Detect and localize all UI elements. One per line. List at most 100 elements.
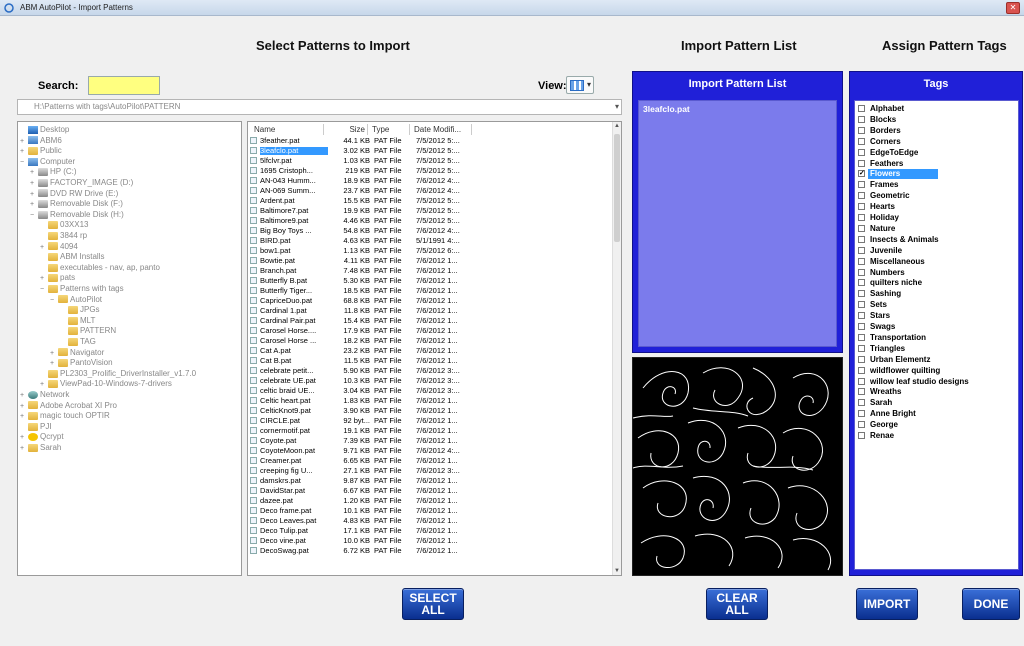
- tree-item[interactable]: +4094: [40, 242, 78, 252]
- file-row[interactable]: Cat A.pat 23.2 KB PAT File 7/6/2012 1...: [250, 347, 610, 355]
- file-row[interactable]: Cardinal Pair.pat 15.4 KB PAT File 7/6/2012…: [250, 317, 610, 325]
- done-button[interactable]: DONE: [962, 588, 1020, 620]
- tree-item[interactable]: Desktop: [20, 125, 69, 135]
- file-row[interactable]: 5lfclvr.pat 1.03 KB PAT File 7/5/2012 5:...: [250, 157, 610, 165]
- import-pattern-list[interactable]: 3leafclo.pat: [638, 100, 837, 347]
- tag-checkbox[interactable]: [858, 323, 865, 330]
- tag-checkbox[interactable]: [858, 181, 865, 189]
- expand-icon[interactable]: +: [30, 200, 38, 210]
- column-header-date-modified[interactable]: Date Modifi...: [412, 124, 472, 135]
- select-all-button[interactable]: SELECT ALL: [402, 588, 464, 620]
- tree-item[interactable]: − Computer: [20, 157, 75, 167]
- file-row[interactable]: Carosel Horse.... 17.9 KB PAT File 7/6/2012…: [250, 327, 610, 335]
- scrollbar-thumb[interactable]: [614, 134, 620, 242]
- file-row[interactable]: 1695 Cristoph... 219 KB PAT File 7/5/2012 5…: [250, 167, 610, 175]
- file-row[interactable]: Carosel Horse ... 18.2 KB PAT File 7/6/2012…: [250, 337, 610, 345]
- tree-item[interactable]: + ViewPad-10-Windows-7-drivers: [40, 379, 172, 389]
- file-row[interactable]: Ardent.pat 15.5 KB PAT File 7/5/2012 5:...: [250, 197, 610, 205]
- tree-item[interactable]: + pats: [40, 273, 75, 283]
- file-row[interactable]: CapriceDuo.pat 68.8 KB PAT File 7/6/2012 1.…: [250, 297, 610, 305]
- file-row[interactable]: Coyote.pat 7.39 KB PAT File 7/6/2012 1...: [250, 437, 610, 445]
- file-row[interactable]: dazee.pat 1.20 KB PAT File 7/6/2012 1...: [250, 497, 610, 505]
- tree-item[interactable]: + DVD RW Drive (E:): [30, 189, 118, 199]
- file-row[interactable]: Deco Tulip.pat 17.1 KB PAT File 7/6/2012 1.…: [250, 527, 610, 535]
- tree-item[interactable]: + Network: [20, 390, 69, 400]
- file-row[interactable]: creeping fig U... 27.1 KB PAT File 7/6/2012…: [250, 467, 610, 475]
- tag-checkbox[interactable]: [858, 366, 865, 374]
- file-row[interactable]: celebrate petit... 5.90 KB PAT File 7/6/201…: [250, 367, 610, 375]
- search-input[interactable]: [88, 76, 160, 95]
- tag-checkbox[interactable]: [858, 388, 865, 396]
- column-header-size[interactable]: Size: [326, 124, 368, 135]
- tag-checkbox[interactable]: [858, 377, 865, 385]
- tree-item[interactable]: + Navigator: [50, 348, 104, 358]
- tree-item[interactable]: + FACTORY_IMAGE (D:): [30, 178, 133, 188]
- column-header-type[interactable]: Type: [370, 124, 410, 135]
- tag-checkbox[interactable]: [858, 137, 865, 145]
- tag-checkbox[interactable]: [858, 421, 865, 429]
- column-header-name[interactable]: Name: [252, 124, 324, 135]
- tag-checkbox[interactable]: [858, 214, 865, 221]
- tag-checkbox[interactable]: [858, 105, 865, 112]
- tag-checkbox[interactable]: [858, 159, 865, 167]
- scroll-up-icon[interactable]: ▲: [614, 123, 620, 129]
- tree-item[interactable]: − AutoPilot: [50, 295, 102, 305]
- file-row[interactable]: 3feather.pat 44.1 KB PAT File 7/5/2012 5:..…: [250, 137, 610, 145]
- tag-checkbox[interactable]: [858, 268, 865, 276]
- expand-icon[interactable]: +: [20, 433, 28, 443]
- file-row[interactable]: 3leafclo.pat 3.02 KB PAT File 7/5/2012 5:..…: [250, 147, 610, 155]
- expand-icon[interactable]: +: [20, 444, 28, 454]
- expand-icon[interactable]: +: [40, 243, 48, 253]
- file-row[interactable]: Big Boy Toys ... 54.8 KB PAT File 7/6/2012 …: [250, 227, 610, 235]
- expand-icon[interactable]: +: [20, 147, 28, 157]
- file-row[interactable]: AN-069 Summ... 23.7 KB PAT File 7/6/2012 4:…: [250, 187, 610, 195]
- file-row[interactable]: Butterfly Tiger... 18.5 KB PAT File 7/6/201…: [250, 287, 610, 295]
- file-row[interactable]: CIRCLE.pat 92 byt... PAT File 7/6/2012 1...: [250, 417, 610, 425]
- clear-all-button[interactable]: CLEAR ALL: [706, 588, 768, 620]
- tag-checkbox[interactable]: ✓: [858, 170, 865, 178]
- tag-checkbox[interactable]: [858, 290, 865, 298]
- file-row[interactable]: AN-043 Humm... 18.9 KB PAT File 7/6/2012 4:…: [250, 177, 610, 185]
- file-row[interactable]: cornermotif.pat 19.1 KB PAT File 7/6/2012 1…: [250, 427, 610, 435]
- tree-item[interactable]: 03XX13: [40, 220, 88, 230]
- file-row[interactable]: Deco Leaves.pat 4.83 KB PAT File 7/6/2012 1…: [250, 517, 610, 525]
- tag-checkbox[interactable]: [858, 246, 865, 254]
- file-row[interactable]: celebrate UE.pat 10.3 KB PAT File 7/6/2012 …: [250, 377, 610, 385]
- file-list-scrollbar[interactable]: ▲ ▼: [612, 122, 621, 575]
- file-row[interactable]: BIRD.pat 4.63 KB PAT File 5/1/1991 4:...: [250, 237, 610, 245]
- tree-item[interactable]: executables - nav, ap, panto: [40, 263, 160, 273]
- file-row[interactable]: Celtic heart.pat 1.83 KB PAT File 7/6/2012 …: [250, 397, 610, 405]
- tag-checkbox[interactable]: [858, 301, 865, 309]
- collapse-icon[interactable]: −: [40, 285, 48, 295]
- expand-icon[interactable]: +: [40, 274, 48, 284]
- tree-item[interactable]: PL2303_Prolific_DriverInstaller_v1.7.0: [40, 369, 196, 379]
- file-row[interactable]: Deco vine.pat 10.0 KB PAT File 7/6/2012 1..…: [250, 537, 610, 545]
- tree-item[interactable]: + Sarah: [20, 443, 61, 453]
- tag-checkbox[interactable]: [858, 148, 865, 156]
- tag-checkbox[interactable]: [858, 224, 865, 232]
- tag-checkbox[interactable]: [858, 355, 865, 363]
- path-bar[interactable]: H:\Patterns with tags\AutoPilot\PATTERN …: [17, 99, 622, 115]
- tag-checkbox[interactable]: [858, 333, 865, 341]
- file-row[interactable]: Baltimore7.pat 19.9 KB PAT File 7/5/2012 5:…: [250, 207, 610, 215]
- expand-icon[interactable]: +: [30, 168, 38, 178]
- tree-item[interactable]: + PantoVision: [50, 358, 113, 368]
- tag-checkbox[interactable]: [858, 257, 865, 265]
- tag-checkbox[interactable]: [858, 126, 865, 134]
- file-row[interactable]: Butterfly B.pat 5.30 KB PAT File 7/6/2012 1…: [250, 277, 610, 285]
- tag-checkbox[interactable]: [858, 235, 865, 243]
- tag-checkbox[interactable]: [858, 279, 865, 287]
- tree-item[interactable]: MLT: [60, 316, 95, 326]
- expand-icon[interactable]: +: [20, 412, 28, 422]
- tag-checkbox[interactable]: [858, 203, 865, 211]
- view-mode-button[interactable]: ▾: [566, 76, 594, 94]
- file-row[interactable]: CelticKnot9.pat 3.90 KB PAT File 7/6/2012 1…: [250, 407, 610, 415]
- file-row[interactable]: DecoSwag.pat 6.72 KB PAT File 7/6/2012 1...: [250, 547, 610, 555]
- tree-item[interactable]: ABM Installs: [40, 252, 104, 262]
- collapse-icon[interactable]: −: [30, 211, 38, 221]
- tree-item[interactable]: + Adobe Acrobat XI Pro: [20, 401, 117, 411]
- tree-item[interactable]: + Removable Disk (F:): [30, 199, 123, 209]
- tree-item[interactable]: JPGs: [60, 305, 100, 315]
- scroll-down-icon[interactable]: ▼: [614, 568, 620, 574]
- expand-icon[interactable]: +: [20, 391, 28, 401]
